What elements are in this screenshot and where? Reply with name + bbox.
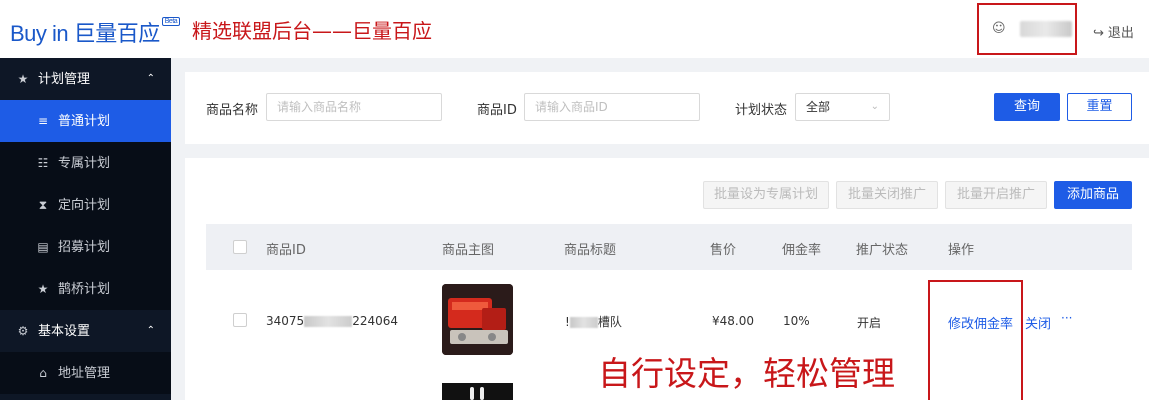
beta-badge: Beta [161, 17, 181, 26]
product-title-cell: ! 槽队 [565, 313, 622, 330]
batch-exclusive-button[interactable]: 批量设为专属计划 [703, 181, 829, 209]
product-title-suffix: 槽队 [597, 315, 622, 329]
sidebar-item-recruit-plan[interactable]: ▤ 招募计划 [0, 226, 171, 268]
user-icon[interactable]: ☺ [992, 21, 1006, 36]
banner-caption: 精选联盟后台——巨量百应 [192, 19, 432, 43]
product-id-prefix: 34075 [266, 314, 305, 328]
gift-icon: ☷ [37, 156, 49, 170]
sidebar: ★ 计划管理 ⌃ ≡ 普通计划 ☷ 专属计划 ⧗ 定向计划 ▤ 招募计划 ★ 鹊桥计划 ⚙ 基… [0, 58, 171, 400]
logout-label: 退出 [1107, 26, 1134, 41]
plan-status-value: 全部 [806, 100, 831, 114]
column-header-title: 商品标题 [564, 243, 617, 258]
chevron-up-icon: ⌃ [146, 73, 155, 84]
select-all-checkbox[interactable] [233, 240, 247, 254]
row-checkbox[interactable] [233, 313, 247, 327]
column-header-image: 商品主图 [442, 243, 495, 258]
redacted-segment [304, 316, 353, 327]
chevron-up-icon: ⌃ [146, 325, 155, 336]
sidebar-group-basic-settings[interactable]: ⚙ 基本设置 ⌃ [0, 310, 171, 352]
table-header: 商品ID 商品主图 商品标题 售价 佣金率 推广状态 操作 [206, 224, 1132, 270]
plan-icon: ★ [17, 72, 29, 86]
price-cell: ¥48.00 [712, 314, 754, 328]
user-name-redacted[interactable] [1020, 21, 1072, 37]
sidebar-item-address-management[interactable]: ⌂ 地址管理 [0, 352, 171, 394]
sidebar-item-label: 鹊桥计划 [58, 282, 111, 297]
commission-cell: 10% [783, 314, 810, 328]
annotation-caption: 自行设定，轻松管理 [598, 354, 895, 393]
sidebar-item-label: 定向计划 [58, 198, 111, 213]
sidebar-item-label: 专属计划 [58, 156, 111, 171]
product-thumbnail[interactable] [442, 383, 513, 400]
sidebar-item-targeted-plan[interactable]: ⧗ 定向计划 [0, 184, 171, 226]
product-thumbnail[interactable] [442, 284, 513, 355]
sidebar-item-exclusive-plan[interactable]: ☷ 专属计划 [0, 142, 171, 184]
sidebar-item-label: 普通计划 [58, 114, 111, 129]
sidebar-item-normal-plan[interactable]: ≡ 普通计划 [0, 100, 171, 142]
gear-icon: ⚙ [17, 324, 29, 338]
app-logo[interactable]: Buy in 巨量百应 Beta [10, 16, 181, 48]
top-header: Buy in 巨量百应 Beta 精选联盟后台——巨量百应 ☺ ↪ 退出 [0, 0, 1149, 58]
close-link[interactable]: 关闭 [1025, 313, 1051, 332]
product-name-label: 商品名称 [206, 103, 259, 118]
sidebar-item-label: 计划管理 [38, 72, 91, 87]
list-icon: ≡ [37, 114, 49, 128]
product-image [442, 383, 513, 400]
chevron-down-icon: ⌄ [870, 101, 879, 112]
add-product-button[interactable]: 添加商品 [1054, 181, 1132, 209]
sidebar-item-label: 招募计划 [58, 240, 111, 255]
sidebar-item-label: 基本设置 [38, 324, 91, 339]
reset-button[interactable]: 重置 [1067, 93, 1132, 121]
more-actions-icon[interactable]: ··· [1061, 311, 1072, 325]
sidebar-item-bridge-plan[interactable]: ★ 鹊桥计划 [0, 268, 171, 310]
logo-text: Buy in 巨量百应 [10, 21, 160, 46]
product-id-suffix: 224064 [352, 314, 398, 328]
redacted-segment [569, 317, 598, 328]
bridge-icon: ★ [37, 282, 49, 296]
batch-close-button[interactable]: 批量关闭推广 [836, 181, 938, 209]
logout-icon: ↪ [1093, 26, 1104, 41]
batch-open-button[interactable]: 批量开启推广 [945, 181, 1047, 209]
product-image [442, 284, 513, 355]
query-button[interactable]: 查询 [994, 93, 1060, 121]
product-id-label: 商品ID [477, 103, 517, 118]
product-id-cell: 34075 224064 [266, 314, 398, 328]
column-header-price: 售价 [710, 243, 737, 258]
sidebar-group-plan-management[interactable]: ★ 计划管理 ⌃ [0, 58, 171, 100]
product-name-input[interactable]: 请输入商品名称 [266, 93, 442, 121]
plan-status-label: 计划状态 [735, 103, 788, 118]
product-id-input[interactable]: 请输入商品ID [524, 93, 700, 121]
column-header-commission: 佣金率 [782, 243, 822, 258]
logout-button[interactable]: ↪ 退出 [1093, 22, 1134, 41]
plan-status-select[interactable]: 全部 ⌄ [795, 93, 890, 121]
column-header-status: 推广状态 [856, 243, 909, 258]
column-header-product-id: 商品ID [266, 243, 306, 258]
hourglass-icon: ⧗ [38, 198, 48, 212]
sidebar-item-label: 地址管理 [58, 366, 111, 381]
recruit-icon: ▤ [37, 240, 49, 254]
column-header-actions: 操作 [948, 243, 975, 258]
actions-highlight-box [928, 280, 1023, 400]
home-icon: ⌂ [39, 366, 47, 380]
status-cell: 开启 [857, 316, 882, 330]
